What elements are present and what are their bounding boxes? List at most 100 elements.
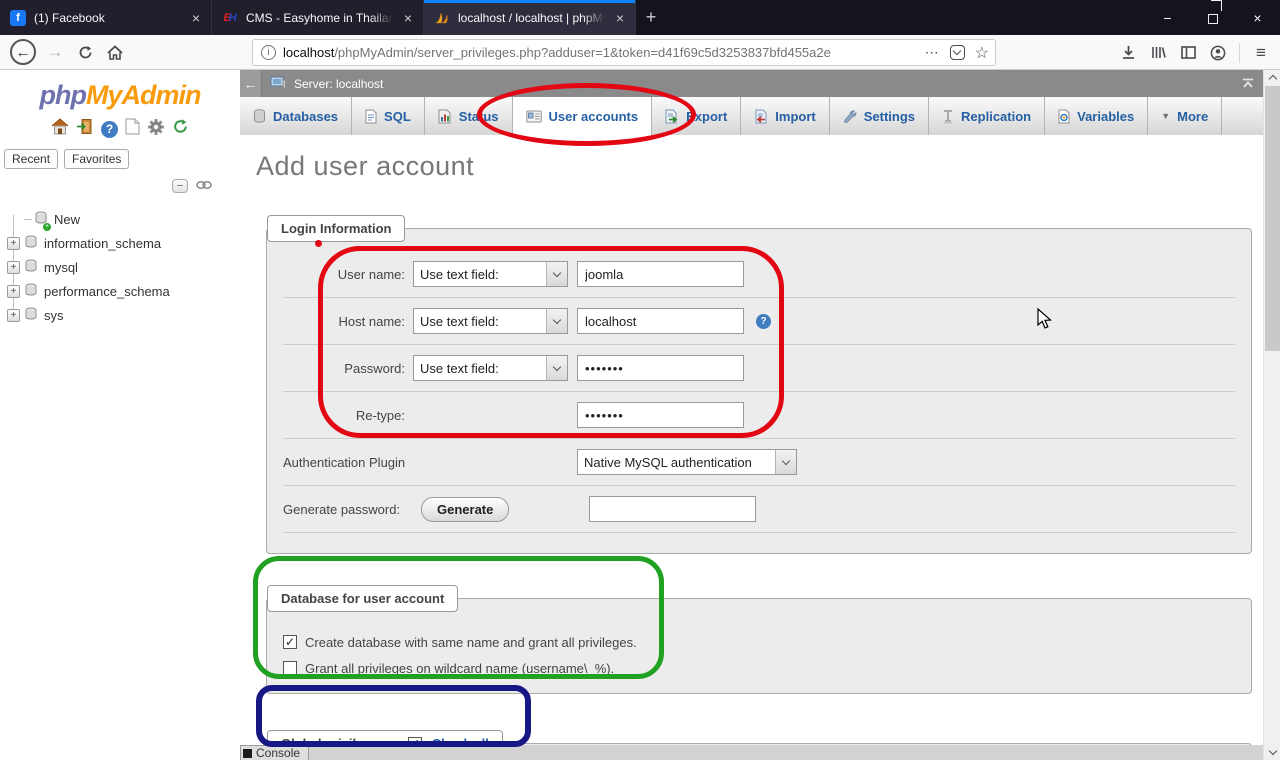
hostname-help-icon[interactable]: ? bbox=[756, 314, 771, 329]
tree-item-new[interactable]: + New bbox=[0, 207, 240, 231]
scroll-top-icon[interactable] bbox=[1239, 75, 1257, 93]
user-accounts-icon bbox=[526, 110, 542, 123]
reload-button[interactable] bbox=[70, 37, 100, 67]
console-label: Console bbox=[256, 746, 300, 760]
databases-icon bbox=[253, 109, 266, 124]
password-type-select[interactable]: Use text field: bbox=[413, 355, 568, 381]
phpmyadmin-logo[interactable]: phpMyAdmin bbox=[0, 80, 240, 111]
username-type-select[interactable]: Use text field: bbox=[413, 261, 568, 287]
auth-plugin-label: Authentication Plugin bbox=[283, 455, 577, 470]
menu-hamburger-icon[interactable]: ≡ bbox=[1246, 38, 1276, 68]
page-content: Add user account Login Information User … bbox=[240, 135, 1263, 760]
grant-wildcard-checkbox[interactable] bbox=[283, 661, 297, 675]
documentation-icon[interactable] bbox=[125, 118, 140, 140]
auth-plugin-row: Authentication Plugin Native MySQL authe… bbox=[283, 439, 1235, 486]
tree-item-mysql[interactable]: + mysql bbox=[0, 255, 240, 279]
forward-button[interactable]: → bbox=[40, 37, 70, 67]
window-controls: − × bbox=[1145, 0, 1280, 35]
tab-export[interactable]: Export bbox=[652, 97, 741, 135]
help-icon[interactable]: ? bbox=[101, 121, 118, 138]
password-input[interactable] bbox=[577, 355, 744, 381]
tab-user-accounts[interactable]: User accounts bbox=[513, 97, 653, 135]
tab-status[interactable]: Status bbox=[425, 97, 513, 135]
log-out-icon[interactable] bbox=[76, 118, 94, 140]
generate-button[interactable]: Generate bbox=[421, 497, 509, 522]
new-tab-button[interactable]: + bbox=[636, 0, 666, 35]
username-input[interactable] bbox=[577, 261, 744, 287]
back-button[interactable]: ← bbox=[10, 39, 36, 65]
vertical-scrollbar[interactable] bbox=[1263, 70, 1280, 760]
library-icon[interactable] bbox=[1143, 38, 1173, 68]
url-bar[interactable]: i localhost/phpMyAdmin/server_privileges… bbox=[252, 39, 996, 66]
generate-password-row: Generate password: Generate bbox=[283, 486, 1235, 533]
tab-more[interactable]: ▼ More bbox=[1148, 97, 1222, 135]
browser-viewport: phpMyAdmin ? Recent Favorites − + New bbox=[0, 70, 1280, 760]
tab-close-icon[interactable]: × bbox=[613, 10, 627, 26]
variables-icon bbox=[1058, 109, 1070, 124]
tab-settings[interactable]: Settings bbox=[830, 97, 929, 135]
sidebar-toggle-icon[interactable] bbox=[1173, 38, 1203, 68]
chevron-down-icon: ▼ bbox=[1161, 111, 1170, 121]
minimize-button[interactable]: − bbox=[1145, 0, 1190, 35]
expand-icon[interactable]: + bbox=[7, 309, 20, 322]
browser-tab-phpmyadmin[interactable]: localhost / localhost | phpMyA × bbox=[424, 0, 636, 35]
page-actions-icon[interactable]: ⋯ bbox=[925, 44, 940, 61]
hostname-row: Host name: Use text field: ? bbox=[283, 298, 1235, 345]
expand-icon[interactable]: + bbox=[7, 285, 20, 298]
tab-title: localhost / localhost | phpMyA bbox=[458, 11, 605, 25]
retype-password-input[interactable] bbox=[577, 402, 744, 428]
link-icon[interactable] bbox=[196, 177, 212, 195]
bookmark-star-icon[interactable]: ☆ bbox=[975, 43, 989, 63]
sidebar-quick-lists: Recent Favorites bbox=[4, 149, 240, 169]
settings-gear-icon[interactable] bbox=[147, 118, 165, 141]
expand-icon[interactable]: + bbox=[7, 261, 20, 274]
tree-controls: − bbox=[0, 177, 212, 195]
browser-tab-facebook[interactable]: f (1) Facebook × bbox=[0, 0, 212, 35]
scrollbar-down-arrow[interactable] bbox=[1264, 745, 1280, 760]
account-icon[interactable] bbox=[1203, 38, 1233, 68]
refresh-icon[interactable] bbox=[172, 118, 189, 140]
home-icon[interactable] bbox=[51, 118, 69, 140]
favorites-button[interactable]: Favorites bbox=[64, 149, 129, 169]
console-toggle[interactable]: Console bbox=[240, 745, 309, 760]
create-database-option: ✓ Create database with same name and gra… bbox=[283, 629, 1235, 655]
tab-close-icon[interactable]: × bbox=[401, 10, 415, 26]
create-database-checkbox[interactable]: ✓ bbox=[283, 635, 297, 649]
scrollbar-up-arrow[interactable] bbox=[1264, 70, 1280, 85]
scrollbar-thumb[interactable] bbox=[1265, 86, 1280, 351]
expand-icon[interactable]: + bbox=[7, 237, 20, 250]
phpmyadmin-favicon-icon bbox=[434, 10, 450, 26]
home-button[interactable] bbox=[100, 37, 130, 67]
tab-sql[interactable]: SQL bbox=[352, 97, 425, 135]
tab-databases[interactable]: Databases bbox=[240, 97, 352, 135]
generated-password-input[interactable] bbox=[589, 496, 756, 522]
site-info-icon[interactable]: i bbox=[261, 45, 276, 60]
pocket-icon[interactable] bbox=[950, 45, 965, 60]
tab-close-icon[interactable]: × bbox=[189, 10, 203, 26]
tree-item-performance-schema[interactable]: + performance_schema bbox=[0, 279, 240, 303]
hostname-type-select[interactable]: Use text field: bbox=[413, 308, 568, 334]
tree-item-sys[interactable]: + sys bbox=[0, 303, 240, 327]
tab-title: CMS - Easyhome in Thailand bbox=[246, 11, 393, 25]
database-for-user-legend: Database for user account bbox=[267, 585, 458, 612]
pma-tab-strip: Databases SQL Status User accounts Expor… bbox=[240, 97, 1263, 135]
collapse-all-button[interactable]: − bbox=[172, 179, 188, 193]
server-label: Server: localhost bbox=[294, 77, 383, 91]
nav-back-button[interactable]: ← bbox=[240, 70, 262, 97]
settings-wrench-icon bbox=[843, 109, 857, 124]
browser-tab-cms[interactable]: EH CMS - Easyhome in Thailand × bbox=[212, 0, 424, 35]
database-icon bbox=[24, 307, 38, 324]
tab-replication[interactable]: Replication bbox=[929, 97, 1045, 135]
tab-import[interactable]: Import bbox=[741, 97, 829, 135]
hostname-input[interactable] bbox=[577, 308, 744, 334]
toolbar-divider bbox=[1239, 43, 1240, 63]
tree-item-information-schema[interactable]: + information_schema bbox=[0, 231, 240, 255]
replication-icon bbox=[942, 109, 954, 124]
url-text[interactable]: localhost/phpMyAdmin/server_privileges.p… bbox=[283, 45, 925, 60]
auth-plugin-select[interactable]: Native MySQL authentication bbox=[577, 449, 797, 475]
download-icon[interactable] bbox=[1113, 38, 1143, 68]
tab-variables[interactable]: Variables bbox=[1045, 97, 1148, 135]
restore-button[interactable] bbox=[1190, 0, 1235, 35]
close-button[interactable]: × bbox=[1235, 0, 1280, 35]
recent-button[interactable]: Recent bbox=[4, 149, 58, 169]
